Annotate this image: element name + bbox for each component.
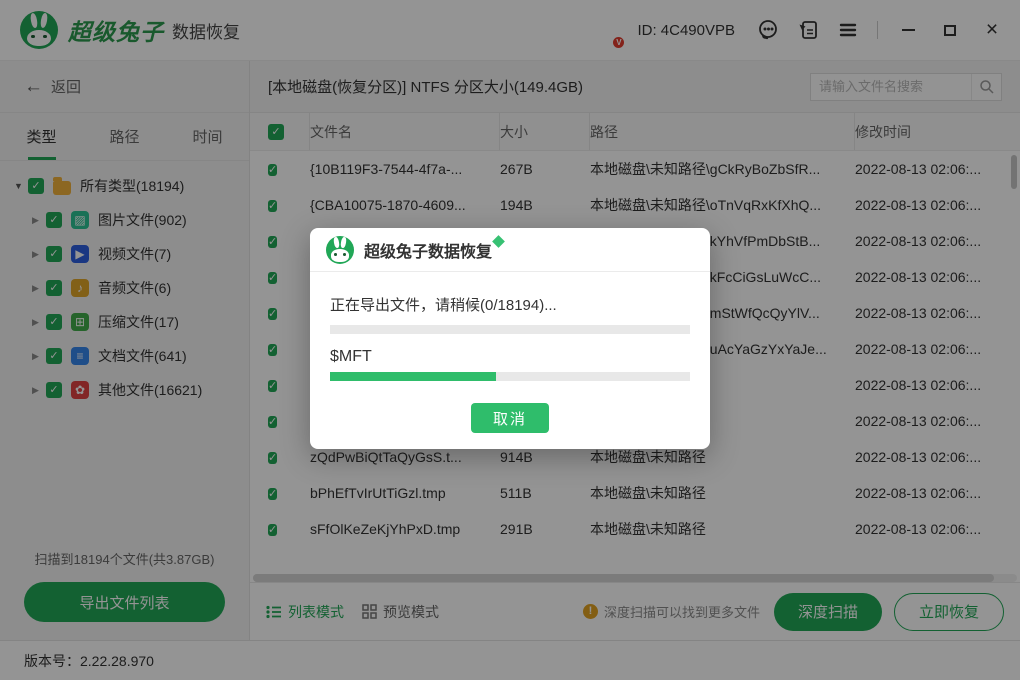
file-progress-bar [330, 372, 690, 381]
dialog-title: 超级兔子数据恢复 [364, 238, 492, 262]
dialog-header: 超级兔子数据恢复 [310, 228, 710, 272]
diamond-decoration-icon [492, 235, 505, 248]
cancel-button[interactable]: 取消 [471, 403, 549, 433]
current-file-name: $MFT [330, 348, 690, 366]
export-dialog: 超级兔子数据恢复 正在导出文件，请稍候(0/18194)... $MFT 取消 [310, 228, 710, 449]
file-progress-fill [330, 372, 496, 381]
overall-progress-bar [330, 325, 690, 334]
app-window: 超级兔子 数据恢复 V ID: 4C490VPB [0, 0, 1020, 680]
export-status-text: 正在导出文件，请稍候(0/18194)... [330, 294, 690, 315]
dialog-body: 正在导出文件，请稍候(0/18194)... $MFT 取消 [310, 272, 710, 449]
dialog-rabbit-icon [326, 236, 354, 264]
